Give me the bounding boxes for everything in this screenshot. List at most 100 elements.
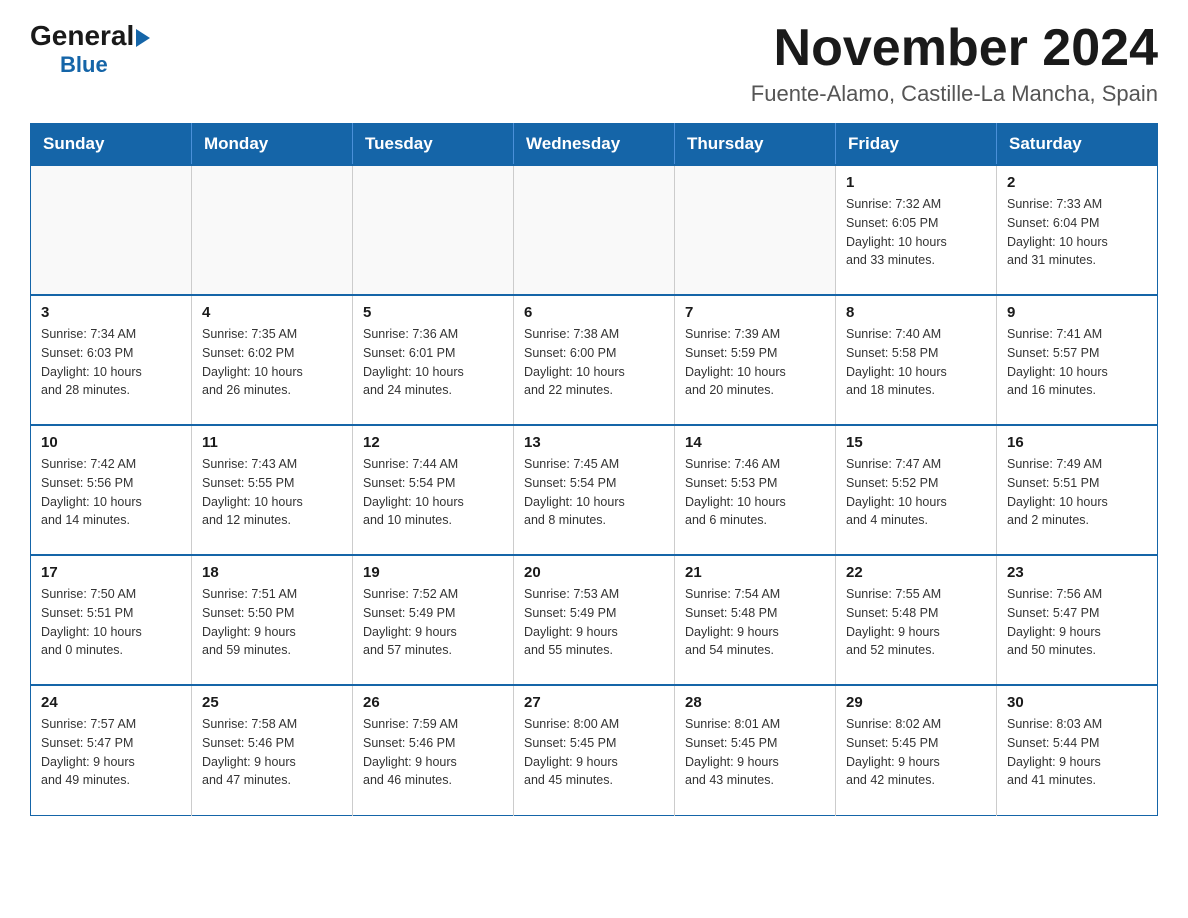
day-info: Sunrise: 7:41 AM Sunset: 5:57 PM Dayligh… (1007, 325, 1147, 400)
day-number: 22 (846, 564, 986, 581)
day-info: Sunrise: 7:43 AM Sunset: 5:55 PM Dayligh… (202, 455, 342, 530)
day-number: 20 (524, 564, 664, 581)
day-info: Sunrise: 7:56 AM Sunset: 5:47 PM Dayligh… (1007, 585, 1147, 660)
day-number: 19 (363, 564, 503, 581)
header-sunday: Sunday (31, 124, 192, 166)
day-info: Sunrise: 7:36 AM Sunset: 6:01 PM Dayligh… (363, 325, 503, 400)
day-number: 18 (202, 564, 342, 581)
day-number: 10 (41, 434, 181, 451)
day-number: 26 (363, 694, 503, 711)
day-number: 13 (524, 434, 664, 451)
day-info: Sunrise: 7:55 AM Sunset: 5:48 PM Dayligh… (846, 585, 986, 660)
logo-arrow-icon (136, 29, 150, 47)
day-info: Sunrise: 7:35 AM Sunset: 6:02 PM Dayligh… (202, 325, 342, 400)
day-cell: 19 Sunrise: 7:52 AM Sunset: 5:49 PM Dayli… (353, 555, 514, 685)
page-subtitle: Fuente-Alamo, Castille-La Mancha, Spain (751, 81, 1158, 107)
day-info: Sunrise: 7:53 AM Sunset: 5:49 PM Dayligh… (524, 585, 664, 660)
day-number: 11 (202, 434, 342, 451)
day-number: 6 (524, 304, 664, 321)
day-info: Sunrise: 8:00 AM Sunset: 5:45 PM Dayligh… (524, 715, 664, 790)
day-cell: 25 Sunrise: 7:58 AM Sunset: 5:46 PM Dayli… (192, 685, 353, 815)
day-cell (514, 165, 675, 295)
day-number: 28 (685, 694, 825, 711)
day-cell: 6 Sunrise: 7:38 AM Sunset: 6:00 PM Daylig… (514, 295, 675, 425)
day-info: Sunrise: 8:02 AM Sunset: 5:45 PM Dayligh… (846, 715, 986, 790)
day-info: Sunrise: 7:38 AM Sunset: 6:00 PM Dayligh… (524, 325, 664, 400)
header-tuesday: Tuesday (353, 124, 514, 166)
day-number: 27 (524, 694, 664, 711)
week-row-1: 1 Sunrise: 7:32 AM Sunset: 6:05 PM Daylig… (31, 165, 1158, 295)
day-cell: 5 Sunrise: 7:36 AM Sunset: 6:01 PM Daylig… (353, 295, 514, 425)
week-row-5: 24Sunrise: 7:57 AM Sunset: 5:47 PM Dayli… (31, 685, 1158, 815)
header-wednesday: Wednesday (514, 124, 675, 166)
day-cell (31, 165, 192, 295)
day-cell: 11 Sunrise: 7:43 AM Sunset: 5:55 PM Dayli… (192, 425, 353, 555)
day-cell (192, 165, 353, 295)
day-number: 29 (846, 694, 986, 711)
day-cell (675, 165, 836, 295)
calendar-header-row: SundayMondayTuesdayWednesdayThursdayFrid… (31, 124, 1158, 166)
day-info: Sunrise: 7:32 AM Sunset: 6:05 PM Dayligh… (846, 195, 986, 270)
day-info: Sunrise: 7:50 AM Sunset: 5:51 PM Dayligh… (41, 585, 181, 660)
day-info: Sunrise: 7:44 AM Sunset: 5:54 PM Dayligh… (363, 455, 503, 530)
day-number: 23 (1007, 564, 1147, 581)
week-row-2: 3Sunrise: 7:34 AM Sunset: 6:03 PM Daylig… (31, 295, 1158, 425)
day-info: Sunrise: 7:49 AM Sunset: 5:51 PM Dayligh… (1007, 455, 1147, 530)
day-cell: 1 Sunrise: 7:32 AM Sunset: 6:05 PM Daylig… (836, 165, 997, 295)
day-number: 17 (41, 564, 181, 581)
day-cell: 8 Sunrise: 7:40 AM Sunset: 5:58 PM Daylig… (836, 295, 997, 425)
day-number: 4 (202, 304, 342, 321)
day-info: Sunrise: 8:03 AM Sunset: 5:44 PM Dayligh… (1007, 715, 1147, 790)
day-cell: 15 Sunrise: 7:47 AM Sunset: 5:52 PM Dayli… (836, 425, 997, 555)
day-number: 5 (363, 304, 503, 321)
page-title: November 2024 (751, 20, 1158, 77)
day-number: 25 (202, 694, 342, 711)
day-cell: 2Sunrise: 7:33 AM Sunset: 6:04 PM Daylig… (997, 165, 1158, 295)
day-cell: 20 Sunrise: 7:53 AM Sunset: 5:49 PM Dayli… (514, 555, 675, 685)
day-cell: 22 Sunrise: 7:55 AM Sunset: 5:48 PM Dayli… (836, 555, 997, 685)
day-number: 1 (846, 174, 986, 191)
day-number: 15 (846, 434, 986, 451)
day-info: Sunrise: 7:46 AM Sunset: 5:53 PM Dayligh… (685, 455, 825, 530)
day-number: 8 (846, 304, 986, 321)
day-number: 16 (1007, 434, 1147, 451)
day-cell: 30 Sunrise: 8:03 AM Sunset: 5:44 PM Dayli… (997, 685, 1158, 815)
header-thursday: Thursday (675, 124, 836, 166)
day-info: Sunrise: 7:58 AM Sunset: 5:46 PM Dayligh… (202, 715, 342, 790)
week-row-4: 17 Sunrise: 7:50 AM Sunset: 5:51 PM Dayli… (31, 555, 1158, 685)
day-cell (353, 165, 514, 295)
day-cell: 10Sunrise: 7:42 AM Sunset: 5:56 PM Dayli… (31, 425, 192, 555)
header-monday: Monday (192, 124, 353, 166)
day-number: 24 (41, 694, 181, 711)
day-cell: 18 Sunrise: 7:51 AM Sunset: 5:50 PM Dayli… (192, 555, 353, 685)
day-cell: 26Sunrise: 7:59 AM Sunset: 5:46 PM Dayli… (353, 685, 514, 815)
day-info: Sunrise: 7:51 AM Sunset: 5:50 PM Dayligh… (202, 585, 342, 660)
day-number: 21 (685, 564, 825, 581)
day-info: Sunrise: 7:52 AM Sunset: 5:49 PM Dayligh… (363, 585, 503, 660)
logo: General Blue (30, 20, 150, 78)
day-cell: 17 Sunrise: 7:50 AM Sunset: 5:51 PM Dayli… (31, 555, 192, 685)
day-cell: 9 Sunrise: 7:41 AM Sunset: 5:57 PM Daylig… (997, 295, 1158, 425)
day-number: 30 (1007, 694, 1147, 711)
day-info: Sunrise: 7:39 AM Sunset: 5:59 PM Dayligh… (685, 325, 825, 400)
header-friday: Friday (836, 124, 997, 166)
day-cell: 27 Sunrise: 8:00 AM Sunset: 5:45 PM Dayli… (514, 685, 675, 815)
header-saturday: Saturday (997, 124, 1158, 166)
day-info: Sunrise: 7:47 AM Sunset: 5:52 PM Dayligh… (846, 455, 986, 530)
day-cell: 28Sunrise: 8:01 AM Sunset: 5:45 PM Dayli… (675, 685, 836, 815)
day-cell: 29 Sunrise: 8:02 AM Sunset: 5:45 PM Dayli… (836, 685, 997, 815)
day-cell: 13Sunrise: 7:45 AM Sunset: 5:54 PM Dayli… (514, 425, 675, 555)
page-header: General Blue November 2024 Fuente-Alamo,… (30, 20, 1158, 107)
title-section: November 2024 Fuente-Alamo, Castille-La … (751, 20, 1158, 107)
week-row-3: 10Sunrise: 7:42 AM Sunset: 5:56 PM Dayli… (31, 425, 1158, 555)
day-number: 7 (685, 304, 825, 321)
day-cell: 7 Sunrise: 7:39 AM Sunset: 5:59 PM Daylig… (675, 295, 836, 425)
day-cell: 23 Sunrise: 7:56 AM Sunset: 5:47 PM Dayli… (997, 555, 1158, 685)
day-info: Sunrise: 7:33 AM Sunset: 6:04 PM Dayligh… (1007, 195, 1147, 270)
day-cell: 24Sunrise: 7:57 AM Sunset: 5:47 PM Dayli… (31, 685, 192, 815)
day-info: Sunrise: 7:40 AM Sunset: 5:58 PM Dayligh… (846, 325, 986, 400)
day-number: 9 (1007, 304, 1147, 321)
logo-general-text: General (30, 20, 134, 52)
day-cell: 21Sunrise: 7:54 AM Sunset: 5:48 PM Dayli… (675, 555, 836, 685)
day-cell: 12Sunrise: 7:44 AM Sunset: 5:54 PM Dayli… (353, 425, 514, 555)
